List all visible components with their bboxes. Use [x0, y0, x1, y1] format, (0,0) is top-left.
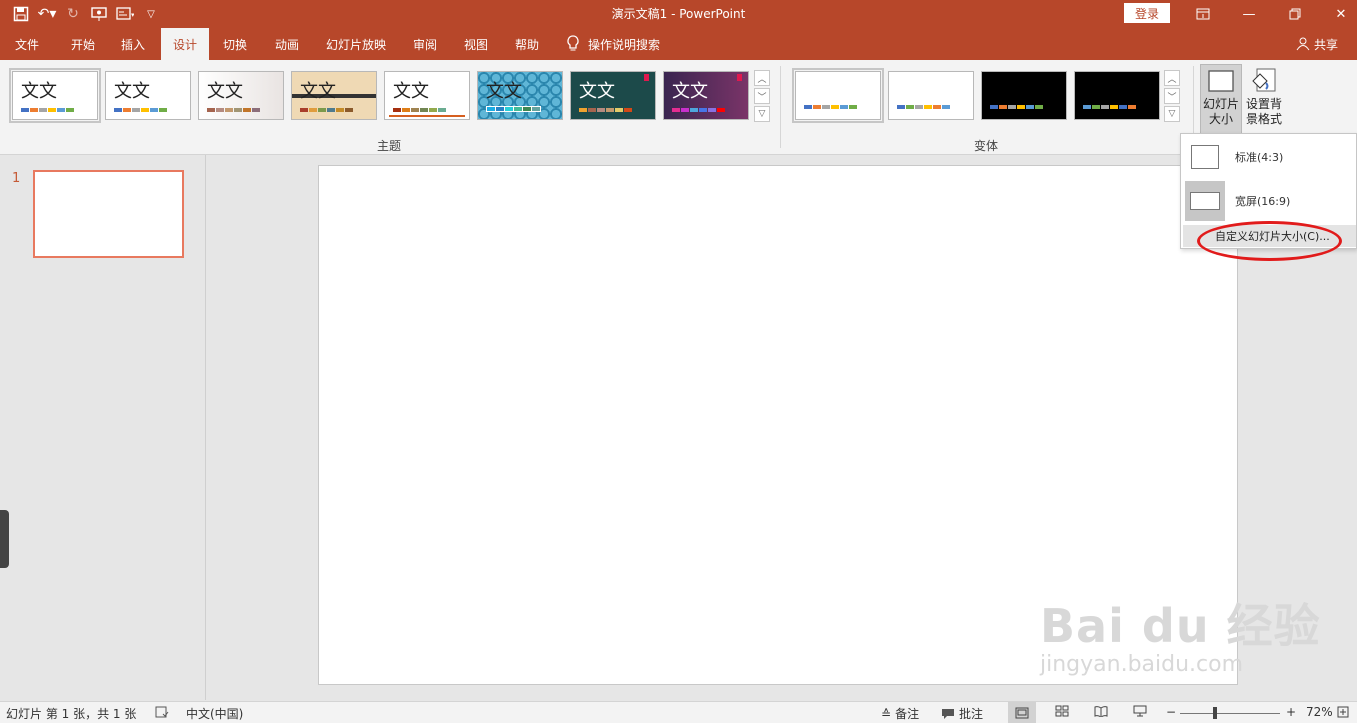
share-button[interactable]: 共享: [1296, 28, 1338, 60]
fit-to-window-icon[interactable]: [1336, 705, 1350, 719]
slide-size-icon: [1208, 70, 1234, 92]
tab-file[interactable]: 文件: [4, 28, 50, 60]
variant-scroll-up-icon[interactable]: ︿: [1164, 70, 1180, 86]
login-button[interactable]: 登录: [1124, 3, 1170, 23]
share-label: 共享: [1314, 37, 1339, 52]
themes-group-label: 主题: [377, 139, 402, 153]
theme-gallery-3[interactable]: 文文: [198, 71, 284, 120]
format-background-label-2: 景格式: [1245, 112, 1282, 126]
zoom-in-button[interactable]: +: [1286, 705, 1296, 719]
notes-icon: ≙: [881, 706, 892, 721]
status-bar: 幻灯片 第 1 张，共 1 张 中文(中国) ≙ 备注 批注 − + 72%: [0, 701, 1357, 723]
accessibility-icon[interactable]: [155, 705, 169, 719]
zoom-level[interactable]: 72%: [1306, 705, 1333, 719]
variants-group-label: 变体: [974, 139, 999, 153]
lightbulb-icon: [567, 35, 579, 51]
slide-info: 幻灯片 第 1 张，共 1 张: [6, 707, 137, 721]
theme-scroll-up-icon[interactable]: ︿: [754, 70, 770, 86]
tab-view[interactable]: 视图: [453, 28, 499, 60]
language-indicator[interactable]: 中文(中国): [186, 705, 243, 722]
comments-button[interactable]: 批注: [941, 705, 983, 722]
zoom-slider-thumb[interactable]: [1213, 707, 1217, 719]
slideshow-view-icon[interactable]: [1133, 705, 1147, 717]
watermark: Bai du 经验 jingyan.baidu.com: [1040, 590, 1321, 677]
slide-size-button[interactable]: 幻灯片 大小: [1200, 64, 1242, 134]
variant-4[interactable]: [1074, 71, 1160, 120]
tell-me-label: 操作说明搜索: [588, 37, 661, 52]
slide-thumbnails-pane: 1: [0, 155, 206, 700]
zoom-slider-track[interactable]: [1180, 713, 1280, 714]
theme-office[interactable]: 文文: [9, 68, 101, 123]
slide-size-label-2: 大小: [1208, 112, 1233, 126]
variant-scroll-down-icon[interactable]: ﹀: [1164, 88, 1180, 104]
theme-gallery-8[interactable]: 文文: [663, 71, 749, 120]
tab-insert[interactable]: 插入: [110, 28, 156, 60]
theme-sample-text: 文文: [21, 81, 57, 102]
side-handle[interactable]: [0, 510, 9, 568]
zoom-out-button[interactable]: −: [1166, 705, 1176, 719]
tab-animations[interactable]: 动画: [264, 28, 310, 60]
theme-gallery-5[interactable]: 文文: [384, 71, 470, 120]
tab-help[interactable]: 帮助: [504, 28, 550, 60]
notes-label: 备注: [895, 707, 920, 721]
slide-sorter-icon[interactable]: [1055, 705, 1069, 717]
theme-scroll-down-icon[interactable]: ﹀: [754, 88, 770, 104]
watermark-brand: Bai du 经验: [1040, 599, 1321, 653]
tab-transitions[interactable]: 切换: [212, 28, 258, 60]
person-icon: [1296, 37, 1310, 51]
comments-label: 批注: [959, 707, 984, 721]
theme-office-2[interactable]: 文文: [105, 71, 191, 120]
variant-2[interactable]: [888, 71, 974, 120]
restore-icon[interactable]: [1272, 0, 1318, 28]
theme-sample-text: 文文: [486, 81, 522, 102]
reading-view-icon[interactable]: [1094, 705, 1108, 717]
notes-button[interactable]: ≙ 备注: [881, 705, 919, 722]
slide-number: 1: [12, 171, 21, 186]
ribbon-tab-bar: 文件 开始 插入 设计 切换 动画 幻灯片放映 审阅 视图 帮助 操作说明搜索 …: [0, 28, 1357, 60]
standard-label: 标准(4:3): [1235, 151, 1284, 164]
slide-thumbnail[interactable]: [33, 170, 184, 258]
theme-sample-text: 文文: [672, 81, 708, 102]
ribbon-display-options-icon[interactable]: [1180, 0, 1226, 28]
slide-size-widescreen[interactable]: 宽屏(16:9): [1181, 180, 1357, 222]
tab-review[interactable]: 审阅: [402, 28, 448, 60]
variant-1[interactable]: [792, 68, 884, 123]
format-background-button[interactable]: 设置背 景格式: [1243, 64, 1285, 134]
theme-gallery-6[interactable]: 文文: [477, 71, 563, 120]
theme-sample-text: 文文: [300, 81, 336, 102]
tab-slideshow[interactable]: 幻灯片放映: [318, 28, 394, 60]
theme-sample-text: 文文: [579, 81, 615, 102]
widescreen-aspect-icon: [1190, 192, 1220, 210]
theme-sample-text: 文文: [207, 81, 243, 102]
tab-design[interactable]: 设计: [161, 28, 209, 60]
minimize-icon[interactable]: —: [1226, 0, 1272, 28]
theme-gallery-more-icon[interactable]: ▽: [754, 106, 770, 122]
ribbon-design: 文文 文文 文文 文文 文文 文文 文文 文文 ︿ ﹀ ▽ 主题 ︿ ﹀ ▽ 变…: [0, 60, 1357, 155]
standard-aspect-icon: [1191, 145, 1219, 169]
tab-home[interactable]: 开始: [60, 28, 106, 60]
close-icon[interactable]: ✕: [1318, 0, 1357, 28]
group-separator: [780, 66, 781, 148]
variant-3[interactable]: [981, 71, 1067, 120]
slide-size-standard[interactable]: 标准(4:3): [1181, 136, 1357, 178]
title-bar: ↶▾ ↻ ▾ ▽ 演示文稿1 - PowerPoint 登录 — ✕: [0, 0, 1357, 28]
theme-sample-text: 文文: [114, 81, 150, 102]
theme-gallery-7[interactable]: 文文: [570, 71, 656, 120]
normal-view-icon[interactable]: [1008, 702, 1036, 723]
highlight-annotation-circle: [1197, 221, 1342, 261]
format-background-icon: [1252, 68, 1276, 92]
theme-gallery-4[interactable]: 文文: [291, 71, 377, 120]
theme-sample-text: 文文: [393, 81, 429, 102]
variant-gallery-more-icon[interactable]: ▽: [1164, 106, 1180, 122]
comment-icon: [942, 708, 954, 719]
tell-me-search[interactable]: 操作说明搜索: [566, 28, 660, 60]
widescreen-label: 宽屏(16:9): [1235, 195, 1291, 208]
